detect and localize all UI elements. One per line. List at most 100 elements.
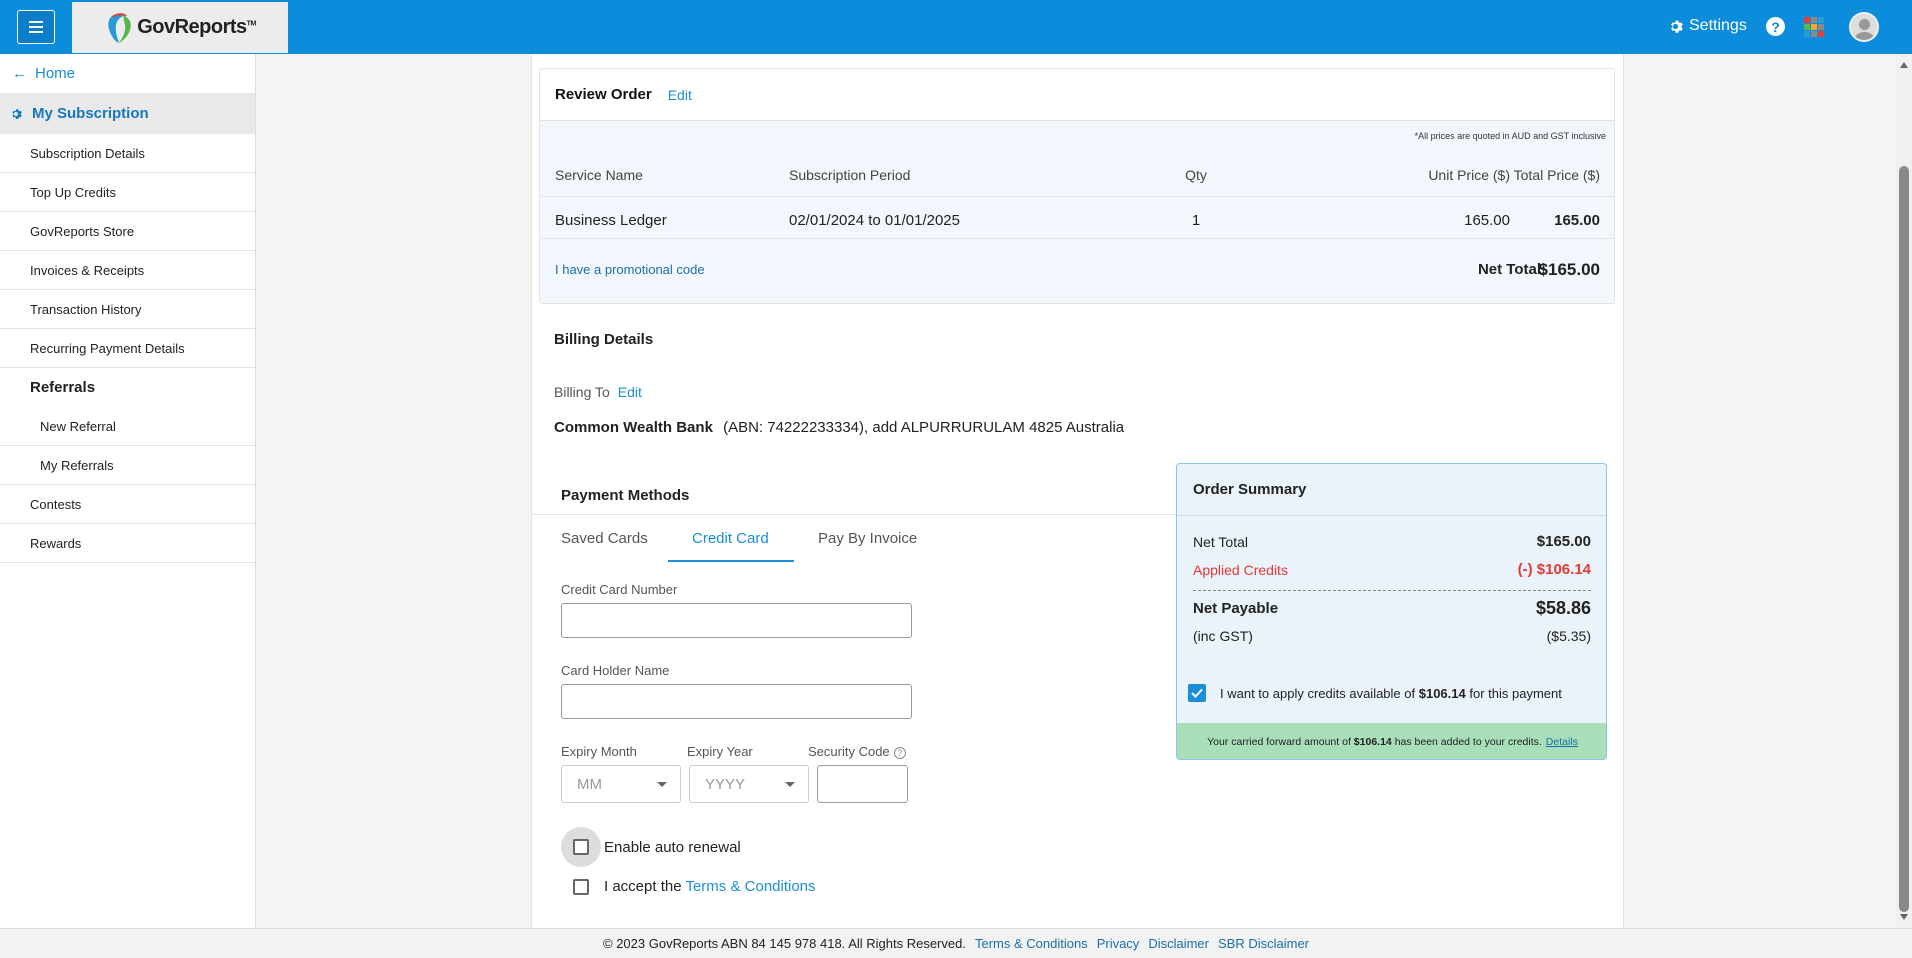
scroll-down-icon[interactable] — [1900, 914, 1908, 920]
accept-terms-checkbox[interactable] — [573, 878, 589, 895]
apply-credits-label: I want to apply credits available of $10… — [1220, 686, 1562, 701]
gear-icon — [1671, 20, 1683, 33]
sidebar-item-recurring-payment[interactable]: Recurring Payment Details — [0, 329, 255, 368]
summary-net-total-row: Net Total $165.00 — [1193, 533, 1591, 550]
sidebar-item-label: Top Up Credits — [30, 184, 116, 200]
gear-icon — [12, 108, 22, 119]
accept-terms-row: I accept the Terms & Conditions — [573, 878, 816, 895]
review-edit-link[interactable]: Edit — [668, 87, 692, 103]
summary-payable-value: $58.86 — [1535, 598, 1591, 618]
sidebar-item-label: Contests — [30, 496, 82, 512]
order-summary-title: Order Summary — [1177, 464, 1606, 516]
summary-payable-label: Net Payable — [1193, 600, 1279, 617]
card-holder-input[interactable] — [561, 684, 912, 719]
question-circle-icon[interactable]: ? — [893, 746, 906, 759]
tab-credit-card[interactable]: Credit Card — [692, 530, 769, 547]
cell-total-price: 165.00 — [1554, 212, 1600, 229]
summary-applied-label: Applied Credits — [1193, 561, 1288, 578]
apply-credits-checkbox[interactable] — [1188, 684, 1206, 702]
column-header-period: Subscription Period — [789, 167, 911, 183]
expiry-month-value: MM — [577, 775, 602, 793]
expiry-month-select[interactable]: MM — [561, 765, 681, 803]
footer-link-disclaimer[interactable]: Disclaimer — [1148, 936, 1209, 951]
expiry-year-label: Expiry Year — [687, 744, 753, 759]
expiry-year-select[interactable]: YYYY — [689, 765, 809, 803]
check-icon — [1191, 688, 1203, 698]
scroll-thumb[interactable] — [1899, 166, 1909, 912]
review-order-card: Review Order Edit *All prices are quoted… — [539, 68, 1615, 304]
summary-applied-value: (-) $106.14 — [1517, 561, 1591, 578]
sidebar-home-label: Home — [35, 65, 76, 82]
sidebar-item-my-referrals[interactable]: My Referrals — [0, 446, 255, 485]
sidebar-item-rewards[interactable]: Rewards — [0, 524, 255, 563]
footer-link-terms[interactable]: Terms & Conditions — [975, 936, 1088, 951]
footer-link-sbr-disclaimer[interactable]: SBR Disclaimer — [1218, 936, 1309, 951]
tab-pay-by-invoice[interactable]: Pay By Invoice — [818, 530, 917, 547]
banner-amount: $106.14 — [1353, 736, 1392, 748]
sidebar-home-link[interactable]: ← Home — [0, 54, 255, 93]
card-number-label: Credit Card Number — [561, 582, 678, 597]
banner-suffix: has been added to your credits. — [1394, 736, 1542, 748]
billing-address: Common Wealth Bank (ABN: 74222233334), a… — [554, 419, 1124, 436]
logo[interactable]: GovReportsTM — [72, 2, 288, 53]
terms-link[interactable]: Terms & Conditions — [685, 878, 815, 895]
tab-saved-cards[interactable]: Saved Cards — [561, 530, 648, 547]
net-total-value: $165.00 — [1538, 260, 1600, 279]
sidebar-section-my-subscription[interactable]: My Subscription — [0, 93, 255, 134]
expiry-month-label: Expiry Month — [561, 744, 637, 759]
sidebar-item-label: Rewards — [30, 535, 82, 551]
card-holder-label: Card Holder Name — [561, 663, 670, 678]
sidebar-item-label: Referrals — [30, 379, 96, 396]
sidebar-item-invoices[interactable]: Invoices & Receipts — [0, 251, 255, 290]
cell-qty: 1 — [1191, 212, 1201, 229]
arrow-left-icon: ← — [12, 65, 27, 82]
apply-credits-amount: $106.14 — [1418, 685, 1466, 701]
apply-credits-suffix: for this payment — [1469, 685, 1562, 701]
auto-renewal-checkbox[interactable] — [573, 839, 589, 855]
promo-code-link[interactable]: I have a promotional code — [555, 262, 705, 277]
cell-period: 02/01/2024 to 01/01/2025 — [789, 212, 960, 229]
sidebar-item-label: GovReports Store — [30, 223, 135, 239]
billing-edit-link[interactable]: Edit — [618, 384, 642, 400]
footer-link-privacy[interactable]: Privacy — [1097, 936, 1140, 951]
card-number-input[interactable] — [561, 603, 912, 638]
auto-renewal-focus-halo — [561, 827, 601, 867]
billing-company: Common Wealth Bank — [554, 419, 713, 436]
help-icon[interactable]: ? — [1766, 17, 1785, 36]
carried-forward-banner: Your carried forward amount of $106.14 h… — [1177, 723, 1606, 759]
summary-net-total-label: Net Total — [1193, 533, 1248, 550]
sidebar-item-label: Invoices & Receipts — [30, 262, 145, 278]
order-summary-card: Order Summary Net Total $165.00 Applied … — [1176, 463, 1607, 760]
sidebar-item-transaction-history[interactable]: Transaction History — [0, 290, 255, 329]
apps-grid-icon[interactable] — [1804, 17, 1824, 37]
security-code-input[interactable] — [817, 765, 908, 803]
footer-copyright: © 2023 GovReports ABN 84 145 978 418. Al… — [603, 936, 966, 951]
column-header-qty: Qty — [1185, 167, 1207, 183]
sidebar-item-subscription-details[interactable]: Subscription Details — [0, 134, 255, 173]
sidebar-item-new-referral[interactable]: New Referral — [0, 407, 255, 446]
review-order-title: Review Order — [555, 86, 652, 103]
summary-gst-row: (inc GST) ($5.35) — [1193, 628, 1591, 644]
sidebar-item-top-up-credits[interactable]: Top Up Credits — [0, 173, 255, 212]
sidebar-item-label: My Referrals — [40, 457, 114, 473]
sidebar-item-label: Subscription Details — [30, 145, 145, 161]
logo-mark-icon — [108, 12, 131, 43]
summary-gst-label: (inc GST) — [1193, 628, 1253, 644]
hamburger-icon — [29, 21, 43, 33]
active-tab-indicator — [668, 560, 794, 562]
menu-button[interactable] — [17, 10, 55, 44]
banner-details-link[interactable]: Details — [1546, 736, 1578, 748]
auto-renewal-row: Enable auto renewal — [561, 827, 741, 867]
sidebar-heading-referrals[interactable]: Referrals — [0, 368, 255, 407]
sidebar-item-label: Transaction History — [30, 301, 142, 317]
settings-button[interactable]: Settings — [1668, 17, 1747, 35]
user-avatar[interactable] — [1849, 12, 1879, 42]
page-scrollbar[interactable] — [1896, 54, 1912, 928]
settings-label: Settings — [1689, 17, 1747, 34]
sidebar-item-contests[interactable]: Contests — [0, 485, 255, 524]
top-bar: GovReportsTM Settings ? — [0, 0, 1912, 54]
sidebar-item-store[interactable]: GovReports Store — [0, 212, 255, 251]
summary-applied-credits-row: Applied Credits (-) $106.14 — [1193, 561, 1591, 578]
sidebar-section-label: My Subscription — [32, 105, 149, 122]
scroll-up-icon[interactable] — [1900, 62, 1908, 68]
